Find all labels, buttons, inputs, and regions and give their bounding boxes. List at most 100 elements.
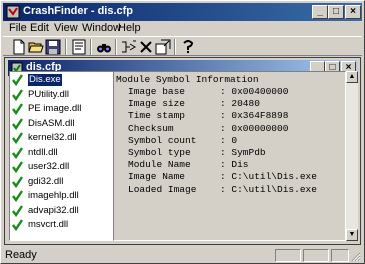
toolbar bbox=[3, 36, 362, 56]
crashfinder-window: CrashFinder - dis.cfp _ □ × File Edit Vi… bbox=[0, 0, 365, 264]
info-label: Loaded Image bbox=[128, 183, 197, 195]
info-value: : C:\util\Dis.exe bbox=[220, 171, 317, 183]
scroll-up-arrow-icon[interactable]: ▲ bbox=[346, 71, 358, 83]
scroll-down-arrow-icon[interactable]: ▼ bbox=[346, 229, 358, 241]
properties-icon[interactable] bbox=[71, 39, 87, 55]
checkmark-icon bbox=[12, 132, 23, 144]
info-value: : 0x364F8898 bbox=[220, 110, 289, 122]
list-item[interactable]: PE image.dll bbox=[12, 103, 110, 116]
close-button[interactable]: × bbox=[345, 5, 361, 19]
info-value: : 0 bbox=[220, 134, 238, 146]
checkmark-icon bbox=[12, 219, 23, 231]
new-icon[interactable] bbox=[11, 39, 27, 55]
checkmark-icon bbox=[12, 161, 23, 173]
info-row: Time stamp : 0x364F8898 bbox=[128, 110, 288, 122]
info-label: Checksum bbox=[128, 122, 174, 134]
list-item[interactable]: gdi32.dll bbox=[12, 176, 110, 189]
module-name: PE image.dll bbox=[28, 103, 82, 114]
toolbar-separator bbox=[65, 39, 67, 55]
toolbar-separator bbox=[90, 39, 92, 55]
checkmark-icon bbox=[12, 103, 23, 115]
list-item[interactable]: kernel32.dll bbox=[12, 132, 110, 145]
module-list[interactable]: Dis.exe PUtility.dll PE image.dll DisASM.dl… bbox=[9, 71, 114, 241]
info-row: Image base : 0x00400000 bbox=[128, 86, 288, 97]
checkmark-icon bbox=[12, 74, 23, 86]
module-name: msvcrt.dll bbox=[28, 219, 69, 230]
module-name: Dis.exe bbox=[28, 74, 62, 86]
add-image-icon[interactable] bbox=[121, 39, 137, 55]
checkmark-icon bbox=[12, 175, 23, 188]
menu-edit[interactable]: Edit bbox=[30, 22, 49, 35]
resize-grip-icon[interactable] bbox=[349, 250, 361, 262]
remove-image-icon[interactable] bbox=[138, 39, 154, 55]
menu-window[interactable]: Window bbox=[82, 22, 121, 35]
menu-file[interactable]: File bbox=[9, 22, 27, 35]
info-label: Image Name bbox=[128, 171, 186, 183]
status-text: Ready bbox=[5, 249, 37, 261]
module-name: ntdll.dll bbox=[28, 146, 58, 158]
info-value: : 0x00400000 bbox=[220, 86, 289, 97]
save-icon[interactable] bbox=[45, 39, 61, 55]
info-label: Image base bbox=[128, 86, 186, 97]
status-panel bbox=[275, 249, 301, 262]
refresh-icon[interactable] bbox=[155, 39, 171, 55]
info-row: Module Name : Dis bbox=[128, 159, 249, 171]
info-row: Loaded Image : C:\util\Dis.exe bbox=[128, 183, 317, 195]
module-name: user32.dll bbox=[28, 161, 70, 172]
checkmark-icon bbox=[12, 88, 23, 101]
list-item[interactable]: advapi32.dll bbox=[12, 205, 110, 218]
list-item[interactable]: DisASM.dll bbox=[12, 118, 110, 131]
find-icon[interactable] bbox=[96, 39, 112, 55]
status-bar: Ready bbox=[3, 247, 362, 263]
app-icon bbox=[6, 5, 20, 19]
module-name: DisASM.dll bbox=[28, 117, 75, 129]
info-label: Module Name bbox=[128, 159, 191, 171]
checkmark-icon bbox=[12, 146, 23, 159]
list-item[interactable]: user32.dll bbox=[12, 161, 110, 174]
info-value: : 20480 bbox=[220, 98, 260, 110]
minimize-button[interactable]: _ bbox=[312, 5, 328, 19]
info-value: : Dis bbox=[220, 159, 249, 171]
info-value: : C:\util\Dis.exe bbox=[220, 183, 317, 195]
menu-help[interactable]: Help bbox=[118, 22, 141, 35]
info-row: Image Name : C:\util\Dis.exe bbox=[128, 171, 317, 183]
info-row: Symbol type : SymPdb bbox=[128, 147, 266, 158]
list-item[interactable]: ntdll.dll bbox=[12, 147, 110, 160]
symbol-info-pane: Module Symbol Information Image base : 0x… bbox=[113, 71, 346, 241]
info-row: Symbol count : 0 bbox=[128, 134, 237, 146]
module-name: PUtility.dll bbox=[28, 88, 69, 100]
document-window: dis.cfp _ □ × Dis.exe PUtility.dll PE imag… bbox=[4, 57, 361, 245]
checkmark-icon bbox=[12, 190, 23, 202]
info-row: Checksum : 0x00000000 bbox=[128, 122, 288, 134]
info-row: Image size : 20480 bbox=[128, 98, 260, 110]
vertical-scrollbar[interactable]: ▲ ▼ bbox=[346, 71, 358, 241]
status-panel bbox=[331, 249, 349, 262]
toolbar-separator bbox=[115, 39, 117, 55]
help-icon[interactable] bbox=[180, 39, 196, 55]
toolbar-separator bbox=[174, 39, 176, 55]
status-panel bbox=[303, 249, 329, 262]
list-item[interactable]: imagehlp.dll bbox=[12, 190, 110, 203]
info-value: : SymPdb bbox=[220, 147, 266, 158]
module-name: gdi32.dll bbox=[28, 175, 64, 187]
info-label: Time stamp bbox=[128, 110, 186, 122]
checkmark-icon bbox=[12, 204, 23, 217]
list-item[interactable]: PUtility.dll bbox=[12, 89, 110, 102]
menu-view[interactable]: View bbox=[54, 22, 78, 35]
module-name: kernel32.dll bbox=[28, 132, 77, 143]
title-bar[interactable]: CrashFinder - dis.cfp _ □ × bbox=[3, 3, 362, 21]
maximize-button[interactable]: □ bbox=[328, 5, 344, 19]
menu-bar: File Edit View Window Help bbox=[3, 22, 362, 35]
module-name: imagehlp.dll bbox=[28, 190, 79, 201]
window-title: CrashFinder - dis.cfp bbox=[23, 5, 134, 17]
list-item[interactable]: Dis.exe bbox=[12, 74, 110, 87]
info-value: : 0x00000000 bbox=[220, 122, 289, 134]
checkmark-icon bbox=[12, 117, 23, 130]
info-heading: Module Symbol Information bbox=[116, 74, 259, 85]
list-item[interactable]: msvcrt.dll bbox=[12, 219, 110, 232]
info-label: Symbol count bbox=[128, 134, 197, 146]
info-label: Image size bbox=[128, 98, 186, 110]
open-icon[interactable] bbox=[28, 39, 44, 55]
module-name: advapi32.dll bbox=[28, 204, 79, 216]
info-label: Symbol type bbox=[128, 147, 191, 158]
